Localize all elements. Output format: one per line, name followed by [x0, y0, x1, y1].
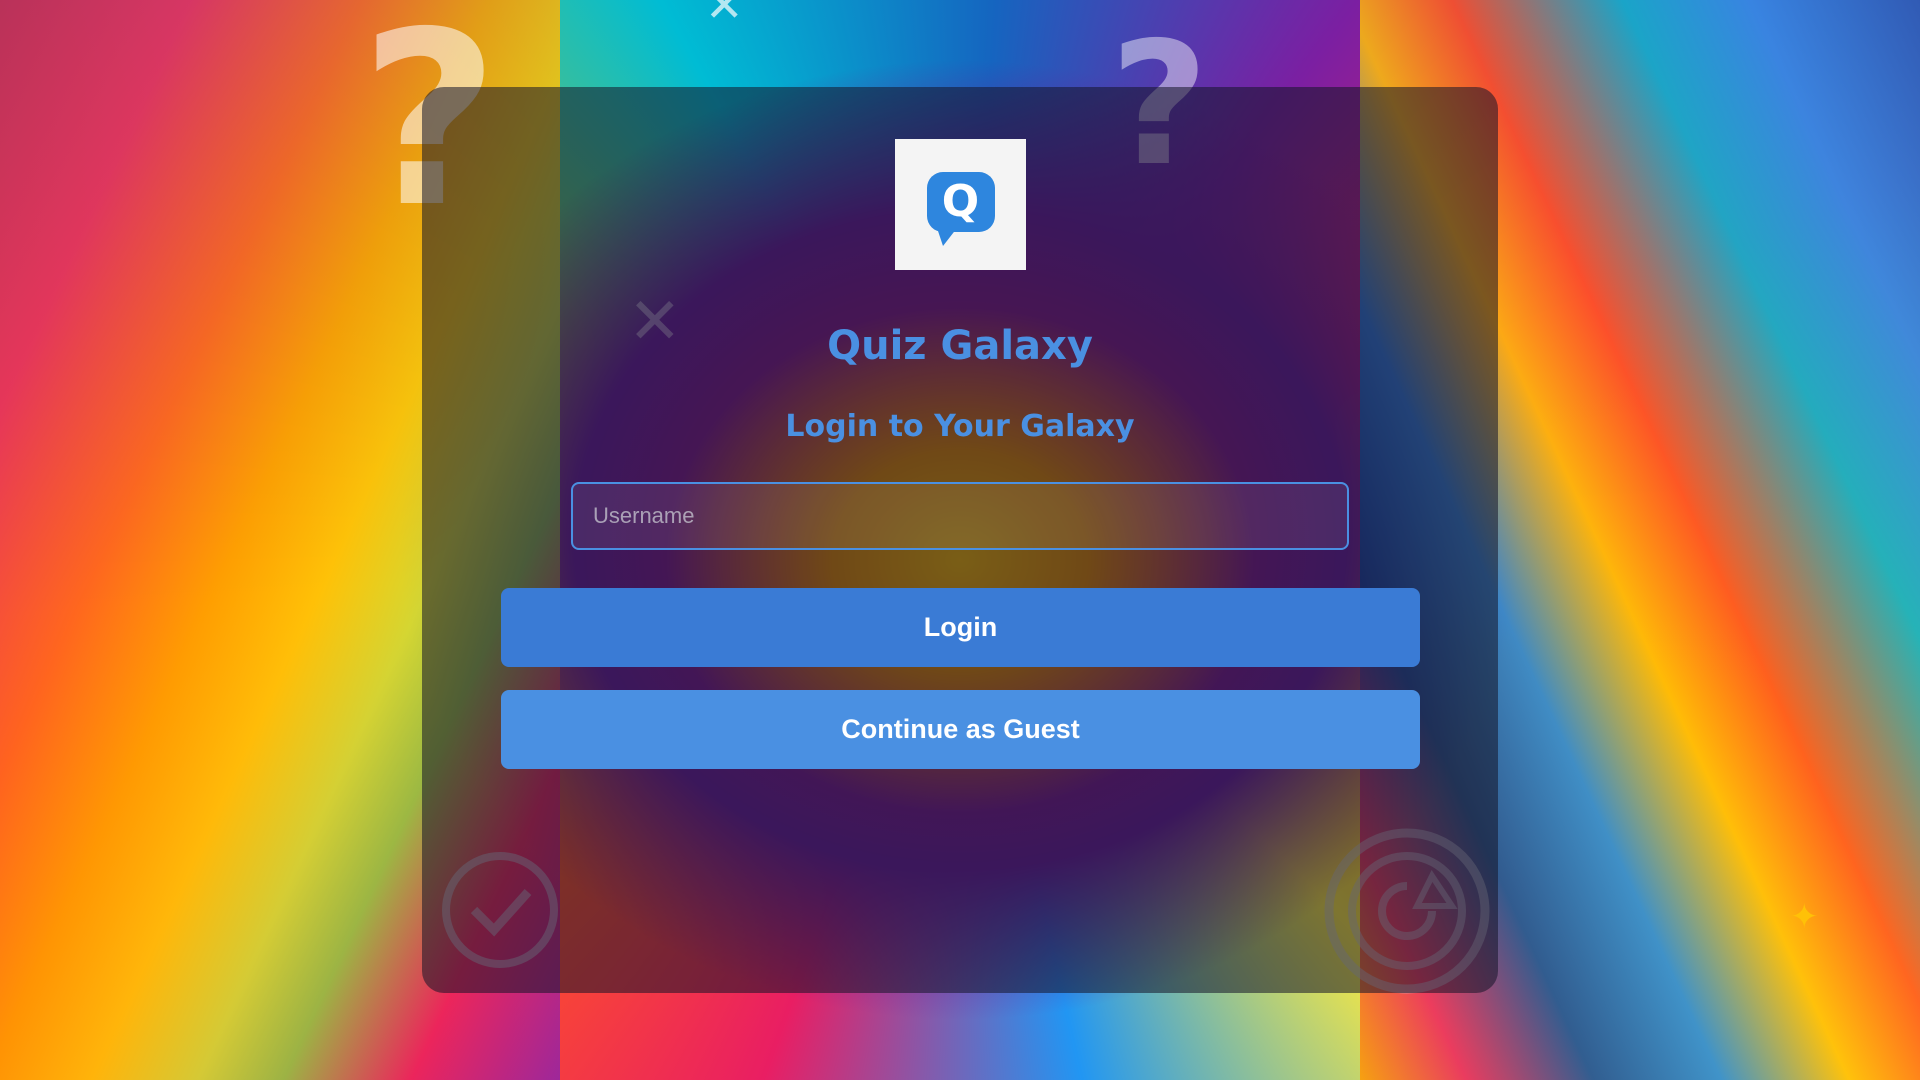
- login-card: Q Quiz Galaxy Login to Your Galaxy Login…: [422, 87, 1498, 993]
- x-icon: ✕: [705, 0, 744, 32]
- star-icon: ✦: [1790, 897, 1819, 937]
- username-input[interactable]: [571, 482, 1349, 550]
- app-title: Quiz Galaxy: [827, 323, 1093, 369]
- logo-letter: Q: [941, 176, 980, 227]
- continue-as-guest-button[interactable]: Continue as Guest: [501, 690, 1420, 769]
- login-button[interactable]: Login: [501, 588, 1420, 667]
- app-logo: Q: [895, 139, 1026, 270]
- login-subtitle: Login to Your Galaxy: [785, 409, 1135, 444]
- speech-bubble-q-icon: Q: [926, 171, 995, 246]
